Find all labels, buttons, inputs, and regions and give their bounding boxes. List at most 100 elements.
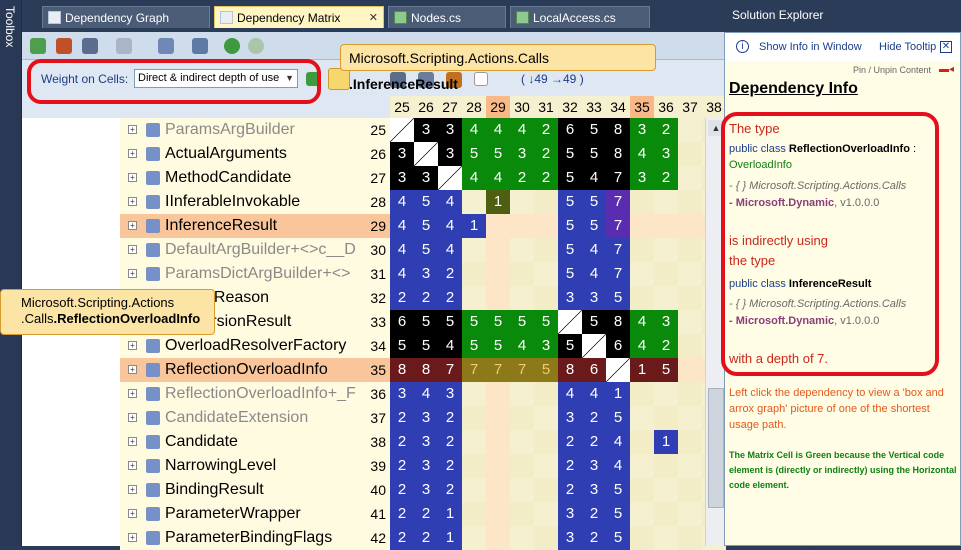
matrix-cell[interactable] bbox=[534, 430, 558, 454]
matrix-cell[interactable] bbox=[630, 526, 654, 550]
checkbox-icon[interactable] bbox=[474, 72, 488, 86]
matrix-cell[interactable]: 3 bbox=[390, 382, 414, 406]
matrix-cell[interactable]: 4 bbox=[462, 166, 486, 190]
matrix-cell[interactable] bbox=[678, 214, 702, 238]
column-header[interactable]: 37 bbox=[678, 96, 702, 118]
matrix-cell[interactable]: 2 bbox=[414, 286, 438, 310]
matrix-cell[interactable] bbox=[654, 502, 678, 526]
matrix-cell[interactable] bbox=[462, 454, 486, 478]
matrix-cell[interactable] bbox=[486, 478, 510, 502]
close-icon[interactable]: ✕ bbox=[940, 41, 952, 53]
matrix-cell[interactable]: 3 bbox=[558, 502, 582, 526]
matrix-cell[interactable]: 2 bbox=[390, 502, 414, 526]
matrix-cell[interactable]: 1 bbox=[654, 430, 678, 454]
matrix-cell[interactable] bbox=[678, 166, 702, 190]
matrix-cell[interactable]: 3 bbox=[582, 478, 606, 502]
matrix-cell[interactable]: 7 bbox=[606, 262, 630, 286]
matrix-cell[interactable] bbox=[630, 478, 654, 502]
matrix-cell[interactable] bbox=[534, 406, 558, 430]
row-label[interactable]: ParameterWrapper bbox=[120, 502, 390, 526]
expand-icon[interactable]: + bbox=[128, 533, 137, 542]
matrix-cell[interactable]: 4 bbox=[630, 310, 654, 334]
matrix-cell[interactable] bbox=[534, 526, 558, 550]
matrix-cell[interactable]: 2 bbox=[582, 502, 606, 526]
matrix-cell[interactable]: 2 bbox=[414, 502, 438, 526]
matrix-cell[interactable]: 4 bbox=[630, 142, 654, 166]
matrix-cell[interactable]: 2 bbox=[390, 406, 414, 430]
matrix-cell[interactable]: 5 bbox=[606, 286, 630, 310]
row-label[interactable]: OverloadResolverFactory bbox=[120, 334, 390, 358]
matrix-cell[interactable]: 4 bbox=[438, 190, 462, 214]
matrix-cell[interactable] bbox=[534, 238, 558, 262]
show-info-link[interactable]: Show Info in Window bbox=[759, 41, 862, 53]
expand-icon[interactable]: + bbox=[128, 389, 137, 398]
column-header[interactable]: 26 bbox=[414, 96, 438, 118]
close-icon[interactable]: ✕ bbox=[369, 7, 378, 29]
matrix-cell[interactable]: 4 bbox=[390, 262, 414, 286]
matrix-cell[interactable]: 5 bbox=[558, 262, 582, 286]
matrix-cell[interactable] bbox=[678, 526, 702, 550]
matrix-cell[interactable]: 3 bbox=[630, 166, 654, 190]
matrix-cell[interactable]: 3 bbox=[414, 406, 438, 430]
matrix-cell[interactable]: 2 bbox=[438, 454, 462, 478]
matrix-cell[interactable]: 4 bbox=[390, 190, 414, 214]
row-label[interactable]: BindingResult bbox=[120, 478, 390, 502]
matrix-cell[interactable]: 5 bbox=[414, 190, 438, 214]
matrix-cell[interactable] bbox=[486, 502, 510, 526]
matrix-cell[interactable]: 5 bbox=[582, 214, 606, 238]
matrix-cell[interactable]: 2 bbox=[438, 406, 462, 430]
matrix-row[interactable]: ParamsDictArgBuilder+<> +31 4 3 2 5 4 7 bbox=[22, 262, 726, 286]
matrix-cell[interactable]: 2 bbox=[534, 142, 558, 166]
back-icon[interactable] bbox=[224, 38, 240, 54]
toolbox-strip[interactable]: Toolbox bbox=[0, 0, 22, 546]
matrix-cell[interactable]: 2 bbox=[534, 166, 558, 190]
matrix-cell[interactable]: 3 bbox=[414, 454, 438, 478]
row-label[interactable]: MethodCandidate bbox=[120, 166, 390, 190]
matrix-cell[interactable] bbox=[678, 430, 702, 454]
matrix-cell[interactable] bbox=[462, 502, 486, 526]
matrix-cell[interactable] bbox=[534, 478, 558, 502]
export-icon[interactable] bbox=[116, 38, 132, 54]
expand-icon[interactable]: + bbox=[128, 413, 137, 422]
matrix-cell[interactable] bbox=[678, 406, 702, 430]
matrix-cell[interactable] bbox=[678, 262, 702, 286]
matrix-cell[interactable]: 5 bbox=[558, 214, 582, 238]
matrix-cell[interactable]: 3 bbox=[558, 406, 582, 430]
matrix-cell[interactable]: 4 bbox=[438, 334, 462, 358]
forward-icon[interactable] bbox=[248, 38, 264, 54]
expand-icon[interactable]: + bbox=[128, 365, 137, 374]
expand-icon[interactable]: + bbox=[128, 461, 137, 470]
matrix-cell[interactable] bbox=[678, 118, 702, 142]
matrix-cell[interactable]: 5 bbox=[606, 478, 630, 502]
matrix-cell[interactable]: 4 bbox=[414, 382, 438, 406]
matrix-cell[interactable] bbox=[678, 190, 702, 214]
expand-icon[interactable]: + bbox=[128, 509, 137, 518]
matrix-cell[interactable]: 3 bbox=[390, 166, 414, 190]
matrix-cell[interactable]: 5 bbox=[606, 502, 630, 526]
matrix-cell[interactable]: 2 bbox=[582, 526, 606, 550]
matrix-cell[interactable]: 3 bbox=[582, 286, 606, 310]
matrix-row[interactable]: InferenceResult +29 4 5 4 1 5 5 7 bbox=[22, 214, 726, 238]
matrix-cell[interactable]: 7 bbox=[606, 190, 630, 214]
matrix-cell[interactable] bbox=[654, 262, 678, 286]
matrix-cell[interactable]: 4 bbox=[582, 262, 606, 286]
matrix-cell[interactable] bbox=[486, 382, 510, 406]
bold-mode-icon[interactable] bbox=[328, 68, 350, 90]
column-header[interactable]: 35 bbox=[630, 96, 654, 118]
matrix-cell[interactable]: 5 bbox=[414, 310, 438, 334]
matrix-cell[interactable]: 4 bbox=[438, 214, 462, 238]
matrix-cell[interactable]: 1 bbox=[486, 190, 510, 214]
matrix-cell[interactable]: 5 bbox=[486, 310, 510, 334]
matrix-cell[interactable]: 7 bbox=[486, 358, 510, 382]
matrix-cell[interactable]: 8 bbox=[606, 118, 630, 142]
matrix-cell[interactable]: 6 bbox=[606, 334, 630, 358]
matrix-cell[interactable]: 2 bbox=[390, 286, 414, 310]
matrix-cell[interactable] bbox=[582, 334, 606, 358]
matrix-cell[interactable]: 7 bbox=[438, 358, 462, 382]
matrix-cell[interactable]: 4 bbox=[558, 382, 582, 406]
matrix-cell[interactable]: 3 bbox=[414, 262, 438, 286]
column-header[interactable]: 34 bbox=[606, 96, 630, 118]
matrix-cell[interactable] bbox=[558, 310, 582, 334]
column-header[interactable]: 38 bbox=[702, 96, 726, 118]
matrix-cell[interactable] bbox=[654, 286, 678, 310]
